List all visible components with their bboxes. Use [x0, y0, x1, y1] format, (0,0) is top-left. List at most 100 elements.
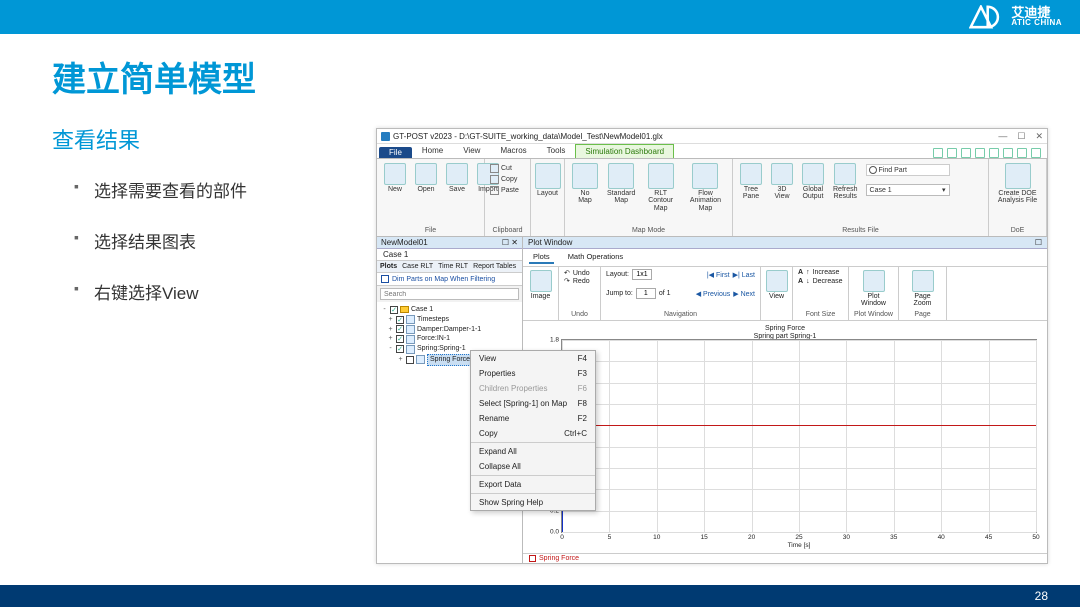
- tree-search[interactable]: [380, 288, 519, 300]
- qat-icon[interactable]: [933, 148, 943, 158]
- open-button[interactable]: Open: [413, 162, 439, 194]
- file-tab[interactable]: File: [379, 147, 412, 158]
- new-button[interactable]: New: [382, 162, 408, 194]
- dim-parts-checkbox[interactable]: Dim Parts on Map When Filtering: [377, 273, 522, 286]
- tab-macros[interactable]: Macros: [490, 143, 536, 158]
- group-undo: ↶Undo ↷Redo Undo: [559, 267, 601, 320]
- cut-button[interactable]: Cut: [490, 164, 525, 173]
- quick-access-toolbar: [933, 148, 1047, 158]
- qat-icon[interactable]: [1003, 148, 1013, 158]
- qat-icon[interactable]: [989, 148, 999, 158]
- folder-icon: [400, 306, 409, 313]
- group-label: Map Mode: [570, 225, 727, 234]
- last-button[interactable]: ▶| Last: [733, 271, 755, 279]
- node-icon: [406, 345, 415, 354]
- ribbon-group-doe: Create DOE Analysis File DoE: [989, 159, 1047, 236]
- plot-area[interactable]: 051015202530354045500.00.21.8Time [s]: [561, 339, 1037, 533]
- redo-button[interactable]: ↷Redo: [564, 277, 595, 285]
- doe-button[interactable]: Create DOE Analysis File: [994, 162, 1041, 206]
- app-window: GT-POST v2023 - D:\GT-SUITE_working_data…: [376, 128, 1048, 564]
- decrease-font-button[interactable]: A↓ Decrease: [798, 278, 843, 285]
- pane-menu-icon[interactable]: ☐: [1035, 238, 1042, 247]
- standardmap-button[interactable]: Standard Map: [605, 162, 637, 213]
- tree-item[interactable]: +✓Damper:Damper-1-1: [379, 325, 520, 335]
- menu-item: Children PropertiesF6: [471, 381, 595, 396]
- view-button[interactable]: View: [766, 269, 787, 301]
- globaloutput-button[interactable]: Global Output: [800, 162, 826, 202]
- next-button[interactable]: ▶ Next: [733, 290, 755, 298]
- rltmap-button[interactable]: RLT Contour Map: [642, 162, 678, 213]
- save-button[interactable]: Save: [444, 162, 470, 194]
- node-icon: [406, 325, 415, 334]
- logo-text-en: ATIC CHINA: [1011, 19, 1062, 28]
- menu-item[interactable]: PropertiesF3: [471, 366, 595, 381]
- pane-header: NewModel01 ☐ ✕: [377, 237, 522, 249]
- plot-sheet-tab[interactable]: Spring Force: [523, 553, 1047, 563]
- ribbon-group-results: Tree Pane 3D View Global Output Refresh …: [733, 159, 989, 236]
- menu-item[interactable]: ViewF4: [471, 351, 595, 366]
- find-part-input[interactable]: Find Part: [866, 164, 950, 176]
- qat-icon[interactable]: [947, 148, 957, 158]
- close-icon[interactable]: ✕: [511, 238, 518, 247]
- nomap-button[interactable]: No Map: [570, 162, 600, 213]
- tab-math[interactable]: Math Operations: [564, 251, 627, 264]
- case-selector[interactable]: Case 1▾: [866, 184, 950, 196]
- ribbon-group-file: New Open Save Import File: [377, 159, 485, 236]
- tab-tools[interactable]: Tools: [537, 143, 576, 158]
- menu-item[interactable]: Export Data: [471, 477, 595, 492]
- tab-sim-dashboard[interactable]: Simulation Dashboard: [575, 144, 674, 158]
- minimize-icon[interactable]: —: [998, 131, 1007, 142]
- menu-item[interactable]: Select [Spring-1] on MapF8: [471, 396, 595, 411]
- first-button[interactable]: |◀ First: [707, 271, 730, 279]
- menu-item[interactable]: CopyCtrl+C: [471, 426, 595, 441]
- tab-icon: [529, 555, 536, 562]
- tab-timerlt[interactable]: Time RLT: [438, 263, 468, 270]
- plotwindow-button[interactable]: Plot Window: [854, 269, 893, 309]
- paste-button[interactable]: Paste: [490, 186, 525, 195]
- qat-icon[interactable]: [975, 148, 985, 158]
- tab-report[interactable]: Report Tables: [473, 263, 516, 270]
- menu-item[interactable]: Collapse All: [471, 459, 595, 474]
- search-icon: [869, 166, 877, 174]
- close-icon[interactable]: ✕: [1035, 131, 1043, 142]
- tab-plots[interactable]: Plots: [529, 251, 554, 264]
- group-label: Clipboard: [490, 225, 525, 234]
- image-button[interactable]: Image: [528, 269, 553, 301]
- tab-home[interactable]: Home: [412, 143, 453, 158]
- layout-select[interactable]: [632, 269, 652, 280]
- group-navigation: Layout: |◀ First ▶| Last Jump to: of 1 ◀…: [601, 267, 761, 320]
- qat-icon[interactable]: [1017, 148, 1027, 158]
- case-header[interactable]: Case 1: [377, 249, 522, 261]
- menu-item[interactable]: Show Spring Help: [471, 495, 595, 510]
- qat-icon[interactable]: [961, 148, 971, 158]
- context-menu: ViewF4PropertiesF3Children PropertiesF6S…: [470, 350, 596, 511]
- tree-item[interactable]: +✓Timesteps: [379, 315, 520, 325]
- qat-icon[interactable]: [1031, 148, 1041, 158]
- chart: Spring Force Spring part Spring-1 051015…: [523, 321, 1047, 553]
- undo-button[interactable]: ↶Undo: [564, 269, 595, 277]
- copy-icon: [490, 175, 499, 184]
- flowanim-button[interactable]: Flow Animation Map: [684, 162, 727, 213]
- pagezoom-button[interactable]: Page Zoom: [904, 269, 941, 309]
- copy-button[interactable]: Copy: [490, 175, 525, 184]
- ribbon-group-clipboard: Cut Copy Paste Clipboard: [485, 159, 531, 236]
- ribbon-group-mapmode: No Map Standard Map RLT Contour Map Flow…: [565, 159, 733, 236]
- ribbon-tabs: File Home View Macros Tools Simulation D…: [377, 144, 1047, 159]
- tab-caserlt[interactable]: Case RLT: [402, 263, 433, 270]
- menu-item[interactable]: RenameF2: [471, 411, 595, 426]
- layout-button[interactable]: Layout: [536, 162, 559, 198]
- search-input[interactable]: [380, 288, 519, 300]
- tab-plots[interactable]: Plots: [380, 263, 397, 270]
- prev-button[interactable]: ◀ Previous: [696, 290, 731, 298]
- tree-item[interactable]: +✓Force:IN-1: [379, 334, 520, 344]
- tree-root[interactable]: -✓Case 1: [379, 305, 520, 315]
- treepane-button[interactable]: Tree Pane: [738, 162, 764, 202]
- menu-item[interactable]: Expand All: [471, 444, 595, 459]
- 3dview-button[interactable]: 3D View: [769, 162, 795, 202]
- pin-icon[interactable]: ☐: [502, 238, 509, 247]
- jump-input[interactable]: [636, 288, 656, 299]
- increase-font-button[interactable]: A↑ Increase: [798, 269, 843, 276]
- tab-view[interactable]: View: [453, 143, 490, 158]
- maximize-icon[interactable]: ☐: [1017, 131, 1025, 142]
- refresh-button[interactable]: Refresh Results: [831, 162, 860, 202]
